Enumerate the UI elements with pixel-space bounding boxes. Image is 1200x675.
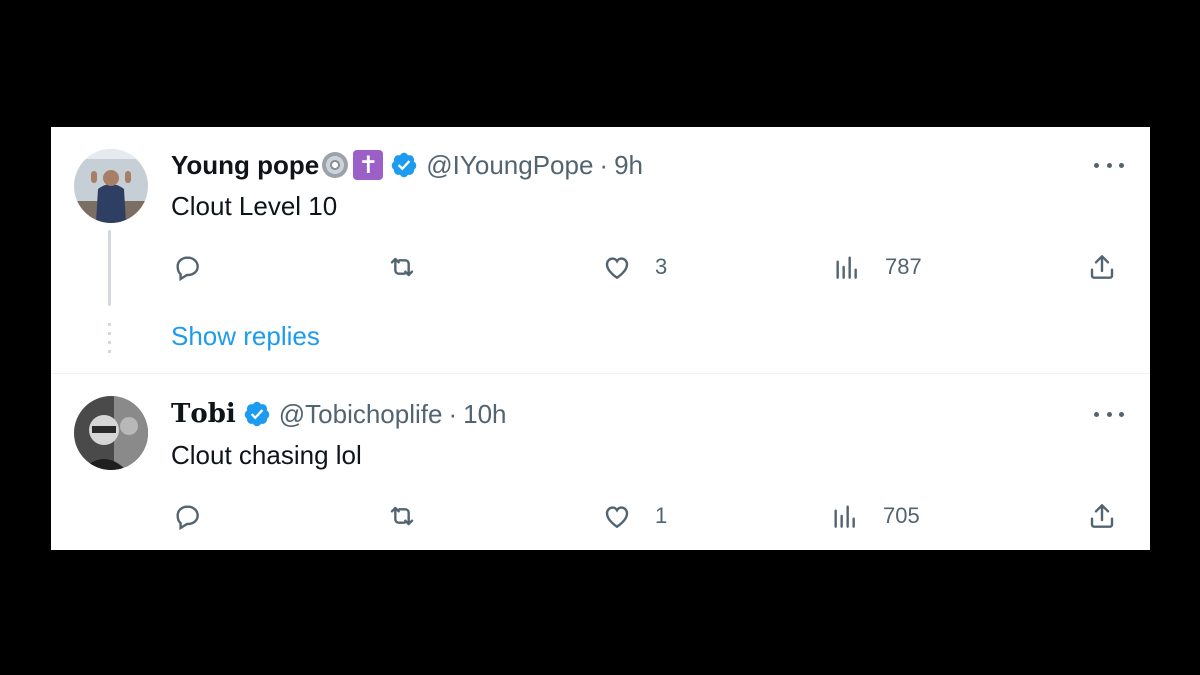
retweet-icon	[390, 506, 414, 526]
verified-badge-icon[interactable]	[243, 400, 271, 428]
reply-icon	[176, 505, 199, 531]
views-icon	[836, 256, 857, 279]
reply-icon	[176, 256, 199, 282]
like-count: 1	[655, 503, 668, 528]
share-button[interactable]	[1086, 498, 1118, 534]
views-count: 705	[883, 503, 920, 528]
share-button[interactable]	[1086, 249, 1118, 285]
retweet-icon	[390, 257, 414, 277]
avatar[interactable]	[74, 149, 148, 223]
like-icon	[605, 257, 629, 280]
user-handle[interactable]: @IYoungPope	[426, 150, 593, 181]
avatar-image	[74, 396, 148, 470]
views-button[interactable]: 705	[829, 498, 920, 534]
retweet-button[interactable]	[386, 498, 418, 534]
display-name[interactable]: Young pope	[171, 150, 319, 181]
views-count: 787	[885, 254, 922, 279]
tweet-text: Clout Level 10	[171, 191, 338, 221]
like-button[interactable]: 3	[601, 249, 667, 285]
views-icon	[834, 505, 855, 528]
optical-disc-emoji	[322, 152, 349, 178]
tweet-actions: 3 787	[51, 249, 1150, 285]
latin-cross-emoji: ✝	[353, 150, 384, 180]
tweet-divider	[51, 373, 1150, 374]
tweet-actions: 1 705	[51, 498, 1150, 534]
user-handle[interactable]: @Tobichoplife	[279, 399, 443, 430]
show-replies-link[interactable]: Show replies	[171, 321, 320, 352]
verified-badge-icon[interactable]	[390, 151, 418, 179]
share-icon	[1090, 255, 1114, 279]
tweet-text: Clout chasing lol	[171, 440, 362, 470]
timestamp[interactable]: 9h	[614, 150, 643, 181]
more-icon[interactable]	[1094, 160, 1124, 170]
like-button[interactable]: 1	[601, 498, 667, 534]
timestamp[interactable]: 10h	[463, 399, 506, 430]
retweet-button[interactable]	[386, 249, 418, 285]
separator-dot: ·	[448, 398, 458, 429]
more-icon[interactable]	[1094, 409, 1124, 419]
tweet-header: Young pope ✝ @IYoungPope · 9h	[171, 149, 643, 181]
avatar-image	[74, 149, 148, 223]
tweet-card: Young pope ✝ @IYoungPope · 9h Clout Leve…	[51, 127, 1150, 550]
thread-more-dots	[108, 323, 111, 353]
views-button[interactable]: 787	[831, 249, 922, 285]
avatar[interactable]	[74, 396, 148, 470]
reply-button[interactable]	[171, 498, 203, 534]
tweet-header: 𝐓𝐨𝐛𝐢 @Tobichoplife · 10h	[171, 398, 507, 430]
share-icon	[1090, 504, 1114, 528]
display-name[interactable]: 𝐓𝐨𝐛𝐢	[171, 399, 236, 429]
reply-button[interactable]	[171, 249, 203, 285]
separator-dot: ·	[599, 149, 609, 180]
like-count: 3	[655, 254, 668, 279]
like-icon	[605, 506, 629, 529]
